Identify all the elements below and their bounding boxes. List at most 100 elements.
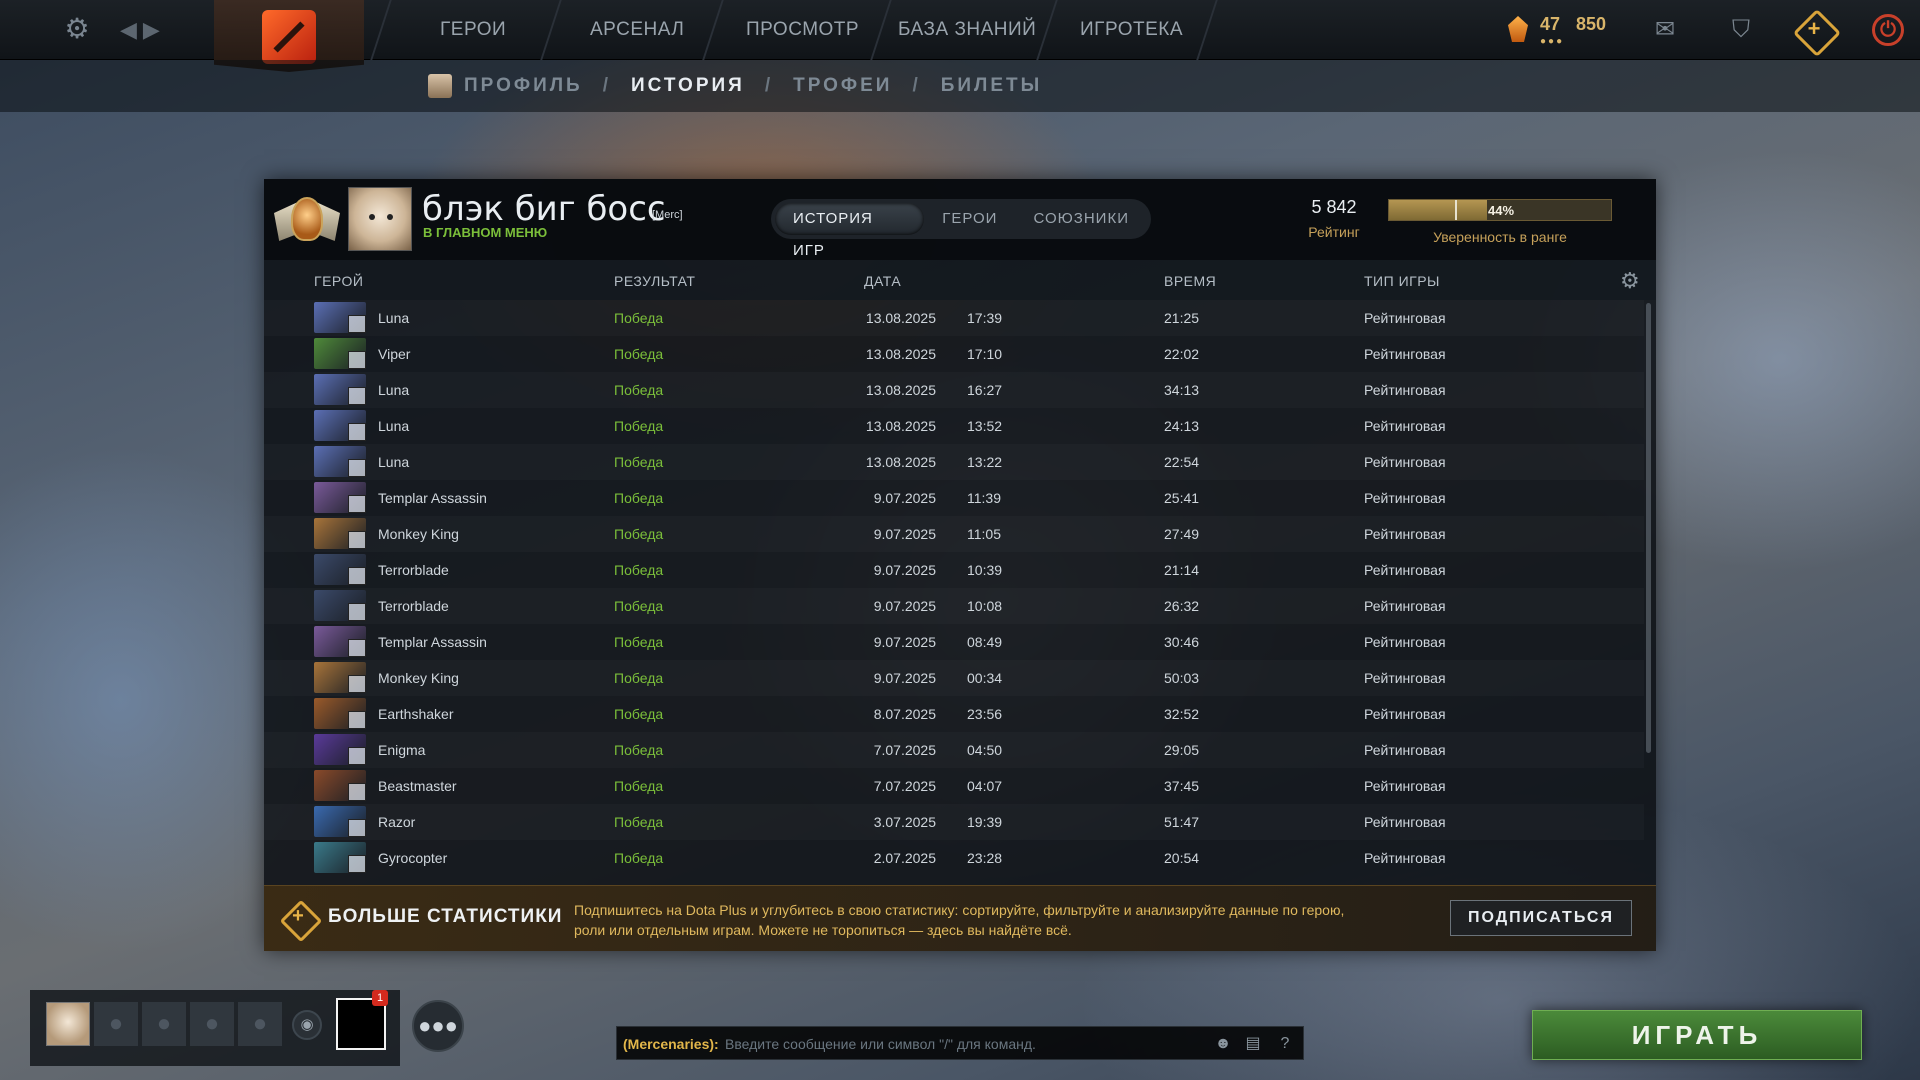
nav-learn[interactable]: БАЗА ЗНАНИЙ xyxy=(898,0,1036,60)
promo-text: Подпишитесь на Dota Plus и углубитесь в … xyxy=(574,902,1345,938)
level-value: 47 xyxy=(1540,14,1561,34)
tab-allies[interactable]: СОЮЗНИКИ xyxy=(1015,203,1147,235)
confidence-percent: 44% xyxy=(1487,203,1515,218)
tab-heroes[interactable]: ГЕРОИ xyxy=(924,203,1015,235)
match-start-time: 13:22 xyxy=(967,454,1003,470)
match-start-time: 17:10 xyxy=(967,346,1003,362)
play-button[interactable]: ИГРАТЬ xyxy=(1532,1010,1862,1060)
subnav-profile[interactable]: ПРОФИЛЬ xyxy=(464,75,583,97)
forward-arrow-icon[interactable]: ▶ xyxy=(143,17,166,42)
hero-portrait-icon xyxy=(314,482,366,513)
match-result: Победа xyxy=(614,670,664,686)
subnav-tickets[interactable]: БИЛЕТЫ xyxy=(941,75,1043,97)
promo-title: БОЛЬШЕ СТАТИСТИКИ xyxy=(328,906,563,927)
hero-portrait-icon xyxy=(314,518,366,549)
table-row[interactable]: Enigma Победа 7.07.2025 04:50 29:05 Рейтингов… xyxy=(264,732,1644,768)
match-result: Победа xyxy=(614,418,664,434)
subnav-trophies[interactable]: ТРОФЕИ xyxy=(793,75,892,97)
match-duration: 37:45 xyxy=(1164,778,1200,794)
table-row[interactable]: Beastmaster Победа 7.07.2025 04:07 37:45 Рейт… xyxy=(264,768,1644,804)
confidence-label: Уверенность в ранге xyxy=(1433,229,1567,245)
table-settings-gear-icon[interactable]: ⚙ xyxy=(1620,268,1640,294)
match-date: 9.07.2025 xyxy=(873,598,936,614)
table-row[interactable]: Luna Победа 13.08.2025 16:27 34:13 Рейтингова… xyxy=(264,372,1644,408)
nav-watch[interactable]: ПРОСМОТР xyxy=(746,0,859,60)
subnav-separator: / xyxy=(764,75,774,96)
nav-arcade[interactable]: ИГРОТЕКА xyxy=(1080,0,1183,60)
column-result[interactable]: РЕЗУЛЬТАТ xyxy=(614,273,695,289)
subnav-separator: / xyxy=(602,75,611,96)
match-date: 13.08.2025 xyxy=(865,346,936,362)
headset-icon[interactable]: ◉ xyxy=(292,1010,322,1040)
game-type: Рейтинговая xyxy=(1364,598,1446,614)
table-row[interactable]: Terrorblade Победа 9.07.2025 10:08 26:32 Рейт… xyxy=(264,588,1644,624)
match-start-time: 13:52 xyxy=(967,418,1003,434)
guild-tag: [Merc] xyxy=(652,209,683,221)
dota-plus-icon[interactable]: + xyxy=(1794,10,1834,50)
table-row[interactable]: Gyrocopter Победа 2.07.2025 23:28 20:54 Рейти… xyxy=(264,840,1644,876)
nav-arrows[interactable]: ◀▶ xyxy=(120,16,168,44)
table-row[interactable]: Viper Победа 13.08.2025 17:10 22:02 Рейтингов… xyxy=(264,336,1644,372)
hero-name: Monkey King xyxy=(378,670,459,686)
profile-avatar-small[interactable] xyxy=(428,74,452,98)
battlepass-level[interactable]: 47 850 ●●● xyxy=(1508,14,1618,47)
hero-name: Razor xyxy=(378,814,416,830)
table-row[interactable]: Luna Победа 13.08.2025 17:39 21:25 Рейтингова… xyxy=(264,300,1644,336)
nav-armory[interactable]: АРСЕНАЛ xyxy=(590,0,684,60)
match-date: 13.08.2025 xyxy=(865,310,936,326)
table-row[interactable]: Monkey King Победа 9.07.2025 11:05 27:49 Рейт… xyxy=(264,516,1644,552)
table-row[interactable]: Earthshaker Победа 8.07.2025 23:56 32:52 Рейт… xyxy=(264,696,1644,732)
rank-medal-icon[interactable] xyxy=(274,187,340,251)
party-slot-empty-icon[interactable]: ● xyxy=(190,1002,234,1046)
game-type: Рейтинговая xyxy=(1364,742,1446,758)
emoji-icon[interactable]: ☻ xyxy=(1211,1032,1235,1056)
profile-subnav: ПРОФИЛЬ / ИСТОРИЯ / ТРОФЕИ / БИЛЕТЫ xyxy=(0,60,1920,112)
friends-icon[interactable]: ●●● xyxy=(412,1000,464,1052)
settings-gear-icon[interactable]: ⚙ xyxy=(62,14,92,44)
mail-icon[interactable]: ✉ xyxy=(1648,14,1682,46)
match-date: 8.07.2025 xyxy=(873,706,936,722)
tab-match-history[interactable]: ИСТОРИЯ ИГР xyxy=(775,203,925,259)
table-row[interactable]: Templar Assassin Победа 9.07.2025 11:39 25:4… xyxy=(264,480,1644,516)
subnav-history[interactable]: ИСТОРИЯ xyxy=(631,75,745,97)
armory-icon[interactable]: ⛉ xyxy=(1724,14,1758,46)
column-hero[interactable]: ГЕРОЙ xyxy=(314,273,363,289)
party-slot-empty-icon[interactable]: ● xyxy=(94,1002,138,1046)
match-duration: 34:13 xyxy=(1164,382,1200,398)
chat-placeholder[interactable]: Введите сообщение или символ "/" для ком… xyxy=(725,1036,1036,1052)
dots-icon: ●●● xyxy=(1540,36,1565,47)
match-duration: 22:02 xyxy=(1164,346,1200,362)
table-row[interactable]: Monkey King Победа 9.07.2025 00:34 50:03 Рейт… xyxy=(264,660,1644,696)
party-slot-self[interactable] xyxy=(46,1002,90,1046)
column-game-type[interactable]: ТИП ИГРЫ xyxy=(1364,273,1440,289)
subscribe-button[interactable]: ПОДПИСАТЬСЯ xyxy=(1450,900,1632,936)
help-icon[interactable]: ? xyxy=(1273,1032,1297,1056)
scrollbar[interactable] xyxy=(1646,303,1651,753)
hero-portrait-icon xyxy=(314,410,366,441)
hero-portrait-icon xyxy=(314,446,366,477)
table-row[interactable]: Luna Победа 13.08.2025 13:22 22:54 Рейтингова… xyxy=(264,444,1644,480)
column-duration[interactable]: ВРЕМЯ xyxy=(1164,273,1216,289)
table-row[interactable]: Terrorblade Победа 9.07.2025 10:39 21:14 Рейт… xyxy=(264,552,1644,588)
party-slot-empty-icon[interactable]: ● xyxy=(238,1002,282,1046)
chat-wheel-icon[interactable]: ▤ xyxy=(1241,1032,1265,1056)
table-row[interactable]: Razor Победа 3.07.2025 19:39 51:47 Рейтингова… xyxy=(264,804,1644,840)
avatar[interactable] xyxy=(348,187,412,251)
back-arrow-icon[interactable]: ◀ xyxy=(120,17,143,42)
table-row[interactable]: Luna Победа 13.08.2025 13:52 24:13 Рейтингова… xyxy=(264,408,1644,444)
nav-separator xyxy=(1036,0,1058,60)
match-result: Победа xyxy=(614,634,664,650)
match-start-time: 11:05 xyxy=(967,526,1001,542)
column-date[interactable]: ДАТА xyxy=(864,273,901,289)
party-slot-empty-icon[interactable]: ● xyxy=(142,1002,186,1046)
match-duration: 20:54 xyxy=(1164,850,1200,866)
table-row[interactable]: Templar Assassin Победа 9.07.2025 08:49 30:4… xyxy=(264,624,1644,660)
match-result: Победа xyxy=(614,598,664,614)
nav-heroes[interactable]: ГЕРОИ xyxy=(440,0,506,60)
chat-input-bar[interactable]: (Mercenaries): Введите сообщение или сим… xyxy=(616,1026,1304,1060)
rank-confidence: 44% Уверенность в ранге xyxy=(1388,199,1612,245)
power-icon[interactable]: ⏻ xyxy=(1872,14,1904,46)
nav-separator xyxy=(702,0,724,60)
game-type: Рейтинговая xyxy=(1364,382,1446,398)
match-date: 9.07.2025 xyxy=(873,670,936,686)
